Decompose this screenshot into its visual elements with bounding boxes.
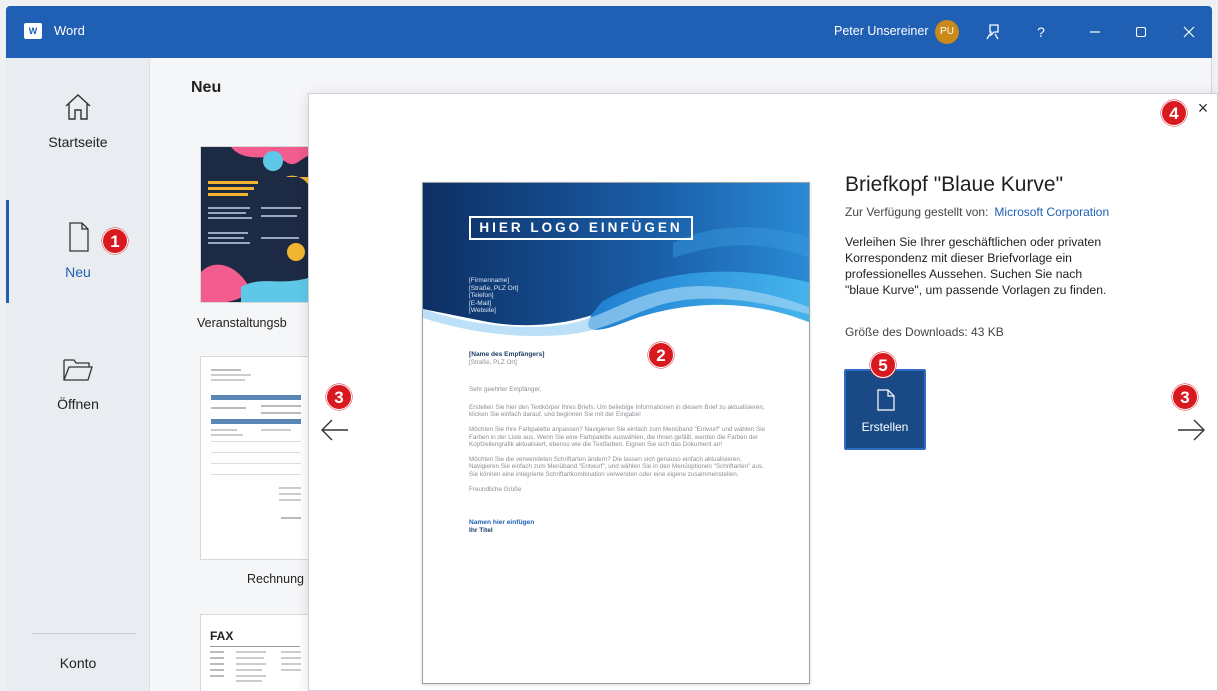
header-line-street: [Straße, PLZ Ort]: [469, 284, 519, 292]
next-template-arrow-icon[interactable]: [1174, 413, 1208, 447]
template-title: Briefkopf "Blaue Kurve": [845, 173, 1064, 196]
header-line-email: [E-Mail]: [469, 299, 492, 307]
provider-line: Zur Verfügung gestellt von: Microsoft Cor…: [845, 205, 1109, 219]
header-contact-lines: [Firmenname] [Straße, PLZ Ort] [Telefon]…: [469, 277, 518, 315]
header-line-company: [Firmenname]: [469, 277, 510, 284]
nav-home[interactable]: Startseite: [6, 90, 150, 150]
previous-template-arrow-icon[interactable]: [318, 413, 352, 447]
nav-account[interactable]: Konto: [6, 655, 150, 671]
sender-title: Ihr Titel: [469, 526, 493, 534]
help-icon[interactable]: ?: [1026, 18, 1056, 46]
new-document-icon: [69, 222, 89, 252]
page-title: Neu: [191, 79, 222, 96]
home-icon: [65, 94, 91, 120]
nav-active-indicator: [6, 200, 9, 303]
callout-badge-1: 1: [102, 228, 128, 254]
paragraph-2: Möchten Sie Ihre Farbpalette anpassen? N…: [469, 425, 766, 449]
create-button-label: Erstellen: [861, 420, 909, 434]
fax-lines-graphic: [210, 646, 301, 682]
title-bar: W Word Peter Unsereiner PU ?: [6, 6, 1212, 58]
template-invoice-thumb[interactable]: [200, 356, 310, 560]
minimize-icon[interactable]: [1080, 18, 1110, 46]
header-line-phone: [Telefon]: [469, 292, 494, 300]
nav-new-label: Neu: [65, 264, 91, 280]
paragraph-3: Möchten Sie die verwendeten Schriftarten…: [469, 455, 764, 478]
word-app-icon: W: [24, 23, 42, 39]
nav-open[interactable]: Öffnen: [6, 352, 150, 412]
nav-account-label: Konto: [59, 655, 97, 671]
logo-placeholder: HIER LOGO EINFÜGEN: [469, 216, 693, 240]
template-invoice-label[interactable]: Rechnung (: [247, 572, 312, 586]
salutation: Sehr geehrter Empfänger,: [469, 386, 542, 394]
nav-home-label: Startseite: [48, 134, 108, 150]
maximize-icon[interactable]: [1126, 18, 1156, 46]
template-event-thumb[interactable]: [200, 146, 310, 303]
create-button[interactable]: Erstellen: [844, 369, 926, 450]
blue-curve-header-graphic: [423, 183, 809, 337]
user-name[interactable]: Peter Unsereiner: [834, 24, 929, 38]
avatar[interactable]: PU: [935, 20, 959, 44]
close-window-icon[interactable]: [1174, 18, 1204, 46]
recipient-address: [Straße, PLZ Ort]: [469, 358, 517, 366]
provider-label: Zur Verfügung gestellt von:: [845, 205, 989, 219]
template-fax-thumb[interactable]: FAX: [200, 614, 310, 691]
header-line-website: [Website]: [469, 307, 496, 315]
callout-badge-5: 5: [870, 352, 896, 378]
dialog-close-button[interactable]: ×: [1193, 98, 1213, 118]
closing: Freundliche Grüße: [469, 485, 522, 493]
new-document-icon: [877, 389, 895, 411]
event-flyer-graphic: [201, 147, 309, 302]
callout-badge-3-right: 3: [1172, 384, 1198, 410]
sender-name: Namen hier einfügen: [469, 519, 535, 527]
folder-open-icon: [63, 359, 93, 381]
paragraph-1: Erstellen Sie hier den Textkörper Ihres …: [469, 403, 765, 419]
provider-link[interactable]: Microsoft Corporation: [994, 205, 1109, 219]
letter-body: [Name des Empfängers] [Straße, PLZ Ort] …: [469, 351, 769, 534]
template-description: Verleihen Sie Ihrer geschäftlichen oder …: [845, 235, 1107, 297]
callout-badge-2: 2: [648, 342, 674, 368]
template-event-label[interactable]: Veranstaltungsb: [197, 316, 287, 330]
nav-open-label: Öffnen: [57, 396, 99, 412]
callout-badge-3-left: 3: [326, 384, 352, 410]
callout-badge-4: 4: [1161, 100, 1187, 126]
recipient-name: [Name des Empfängers]: [469, 351, 545, 358]
feedback-icon[interactable]: [979, 18, 1009, 46]
nav-new[interactable]: Neu: [6, 220, 150, 280]
download-size: Größe des Downloads: 43 KB: [845, 325, 1004, 339]
nav-divider: [32, 633, 136, 634]
template-preview-image: HIER LOGO EINFÜGEN [Firmenname] [Straße,…: [422, 182, 810, 684]
left-nav: Startseite Neu Öffnen Konto: [6, 58, 150, 691]
app-title: Word: [54, 23, 85, 38]
invoice-graphic: [211, 369, 301, 519]
